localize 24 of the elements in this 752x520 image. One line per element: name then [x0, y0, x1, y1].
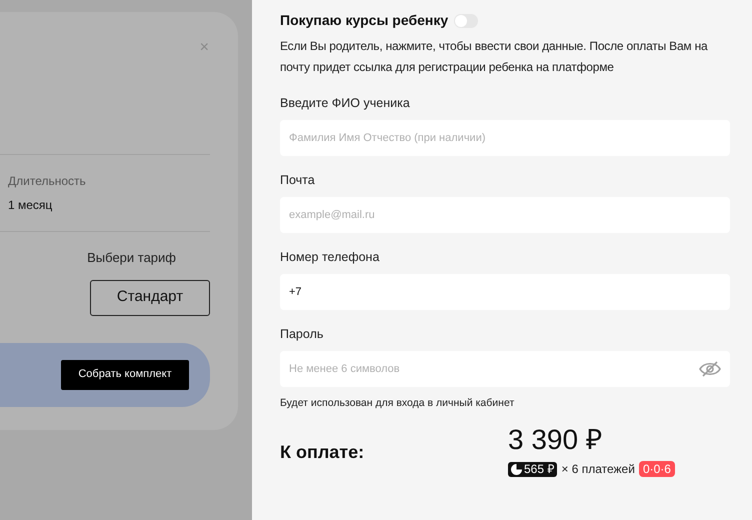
pie-icon	[511, 464, 522, 474]
payment-label: К оплате:	[280, 441, 366, 464]
field-label: Пароль	[280, 327, 324, 342]
toggle-label: Покупаю курсы ребенку	[280, 11, 448, 30]
description-text: Если Вы родитель, нажмите, чтобы ввести свои данные. После оплаты Вам на почту придет ссылка для регистрации ребенка на платформе	[280, 38, 709, 76]
field-label: Почта	[280, 173, 316, 188]
duration-value: 1 месяц	[8, 197, 54, 214]
field-hint: Будет использован для входа в личный кабинет	[280, 397, 516, 410]
tariff-label: Выбери тариф	[87, 249, 176, 267]
input-field[interactable]: example@mail.ru	[280, 197, 730, 233]
field-label: Введите ФИО ученика	[280, 96, 411, 111]
eye-crossed-icon[interactable]	[699, 361, 721, 377]
payments-count: × 6 платежей	[561, 461, 635, 478]
input-field[interactable]: Не менее 6 символов	[280, 351, 730, 387]
field-label: Номер телефона	[280, 250, 380, 265]
assemble-button[interactable]: Собрать комплект	[61, 360, 189, 390]
total-price: 3 390 ₽	[508, 424, 603, 456]
promo-badge: 0·0·6	[638, 461, 675, 477]
tariff-button[interactable]: Стандарт	[90, 280, 210, 316]
child-toggle[interactable]	[454, 14, 478, 28]
duration-label: Длительность	[8, 173, 87, 190]
input-field[interactable]: Фамилия Имя Отчество (при наличии)	[280, 120, 730, 156]
input-field[interactable]: +7	[280, 274, 730, 310]
installment-badge: 565 ₽	[508, 462, 558, 476]
